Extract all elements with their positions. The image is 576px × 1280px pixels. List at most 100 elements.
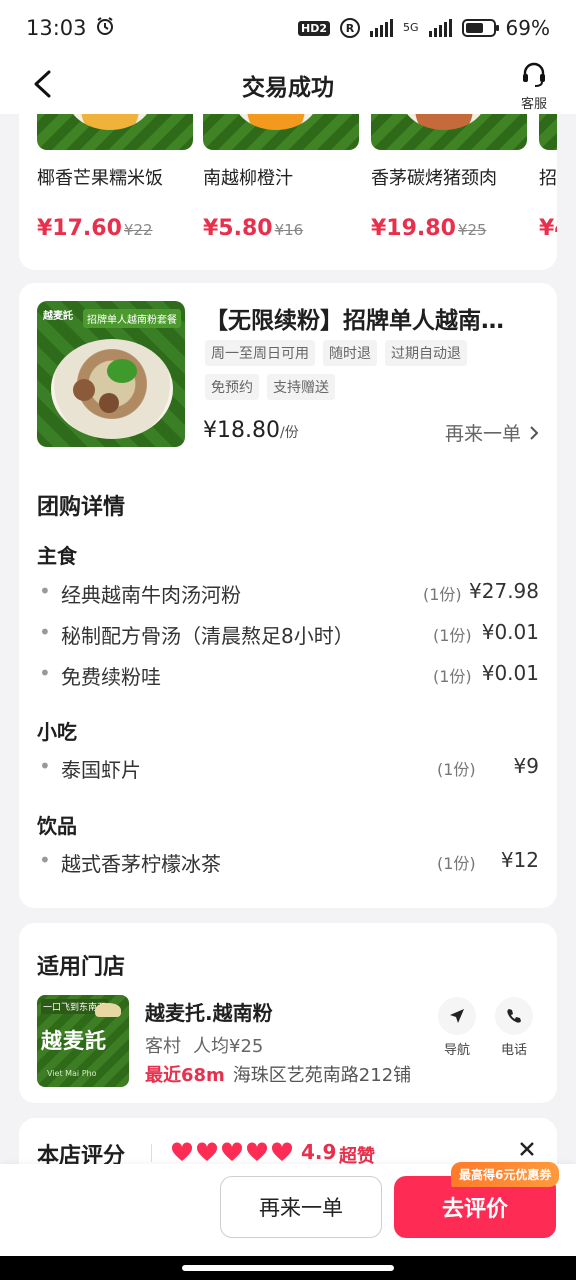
hd-badge: HD2 <box>298 20 331 36</box>
heart-icon <box>171 1142 193 1161</box>
rec-item-price: ¥17.60 <box>37 216 122 241</box>
customer-service-label: 客服 <box>520 97 547 112</box>
deal-image[interactable]: 越麦託 招牌单人越南粉套餐 <box>37 301 185 447</box>
battery-icon <box>461 19 499 37</box>
details-row: • 越式香茅柠檬冰茶 (1份) ¥12 <box>39 848 539 876</box>
home-indicator[interactable] <box>182 1265 394 1271</box>
deal-image-banner: 招牌单人越南粉套餐 <box>83 309 181 328</box>
rec-item-price-group: ¥17.60 ¥22 <box>37 216 153 241</box>
rec-item-price-group: ¥19.80 ¥25 <box>371 216 487 241</box>
details-row: • 免费续粉哇 (1份) ¥0.01 <box>39 661 539 689</box>
phone-icon <box>495 997 533 1035</box>
details-item-qty: (1份) <box>437 854 476 873</box>
rec-item-original-price: ¥25 <box>457 221 487 239</box>
deal-price-unit: /份 <box>279 425 299 441</box>
rec-item-price: ¥4 <box>539 216 557 241</box>
deal-title[interactable]: 【无限续粉】招牌单人越南… <box>205 301 539 335</box>
page-title: 交易成功 <box>242 75 334 101</box>
rec-item[interactable]: 招 <box>539 114 557 190</box>
store-card: 适用门店 一口飞到东南亚 越麦託 Viet Mai Pho 越麦托.越南粉 客村… <box>19 923 557 1103</box>
rating-score: 4.9 <box>301 1140 337 1164</box>
store-address-line: 最近68m 海珠区艺苑南路212铺 <box>145 1061 411 1087</box>
customer-service-button[interactable]: 客服 <box>516 60 552 112</box>
heart-icon <box>221 1142 243 1161</box>
headset-icon <box>523 62 545 87</box>
store-meta: 客村 人均¥25 <box>145 1032 263 1058</box>
store-avg-price: 人均¥25 <box>193 1036 264 1057</box>
navigate-label: 导航 <box>443 1043 470 1058</box>
page-content[interactable]: 椰香芒果糯米饭 ¥17.60 ¥22 南越柳橙汁 ¥5.80 ¥16 香茅碳烤猪颈肉… <box>0 114 576 1164</box>
rec-item-image <box>371 114 527 150</box>
rec-item[interactable]: 椰香芒果糯米饭 <box>37 114 193 190</box>
store-name[interactable]: 越麦托.越南粉 <box>145 997 273 1026</box>
store-logo-sub: Viet Mai Pho <box>47 1069 97 1078</box>
rec-item-name: 招 <box>539 168 557 189</box>
status-bar: 13:03 HD2 R 5G 69% <box>0 0 576 56</box>
details-item-price: ¥0.01 <box>481 620 539 644</box>
phone-button[interactable]: 电话 <box>494 997 534 1058</box>
details-item-name: 经典越南牛肉汤河粉 <box>61 583 241 607</box>
reorder-link-label: 再来一单 <box>444 423 521 445</box>
details-item-price: ¥12 <box>500 848 539 872</box>
store-heading: 适用门店 <box>37 955 126 980</box>
details-item-price: ¥0.01 <box>481 661 539 685</box>
rating-text: 超赞 <box>339 1146 375 1164</box>
status-time: 13:03 <box>26 16 87 40</box>
deal-tag: 过期自动退 <box>385 340 467 366</box>
gesture-area <box>0 1256 576 1280</box>
deal-tag: 随时退 <box>323 340 377 366</box>
signal-icon <box>370 19 394 37</box>
bottom-action-bar: 再来一单 去评价 最高得6元优惠券 <box>0 1162 576 1256</box>
rec-item-image <box>203 114 359 150</box>
deal-tag: 免预约 <box>205 374 259 400</box>
details-item-qty: (1份) <box>423 585 462 604</box>
details-item-price: ¥27.98 <box>469 579 539 603</box>
store-logo-text: 越麦託 <box>41 1029 107 1053</box>
chevron-right-icon <box>530 425 539 440</box>
details-item-name: 免费续粉哇 <box>61 665 161 689</box>
rec-item-name: 香茅碳烤猪颈肉 <box>371 168 497 189</box>
details-item-qty: (1份) <box>433 626 472 645</box>
rec-item-price: ¥19.80 <box>371 216 456 241</box>
rec-item-image <box>37 114 193 150</box>
reorder-button[interactable]: 再来一单 <box>220 1176 382 1238</box>
close-icon <box>520 1142 534 1156</box>
rec-item[interactable]: 南越柳橙汁 <box>203 114 359 190</box>
details-item-price: ¥9 <box>513 754 539 778</box>
deal-price: ¥18.80 <box>203 418 280 443</box>
navigate-button[interactable]: 导航 <box>437 997 477 1058</box>
details-item-qty: (1份) <box>433 667 472 686</box>
coupon-promo-badge: 最高得6元优惠券 <box>451 1162 560 1187</box>
status-time-group: 13:03 <box>26 16 115 41</box>
deal-price-group: ¥18.80/份 <box>203 418 299 443</box>
heart-icon <box>271 1142 293 1161</box>
deal-card: 越麦託 招牌单人越南粉套餐 【无限续粉】招牌单人越南… 周一至周日可用 随时退 … <box>19 283 557 908</box>
details-row: • 秘制配方骨汤（清晨熬足8小时） (1份) ¥0.01 <box>39 620 539 648</box>
navigation-arrow-icon <box>438 997 476 1035</box>
nav-bar: 交易成功 客服 <box>0 56 576 114</box>
rec-item-price-group: ¥5.80 ¥16 <box>203 216 303 241</box>
details-row: • 泰国虾片 (1份) ¥9 <box>39 754 539 782</box>
rec-item[interactable]: 香茅碳烤猪颈肉 <box>371 114 527 190</box>
rec-item-name: 椰香芒果糯米饭 <box>37 168 163 189</box>
deal-image-brand: 越麦託 <box>43 311 73 322</box>
store-logo[interactable]: 一口飞到东南亚 越麦託 Viet Mai Pho <box>37 995 129 1087</box>
store-address: 海珠区艺苑南路212铺 <box>232 1065 412 1086</box>
details-group-title: 主食 <box>37 544 77 568</box>
details-group-title: 小吃 <box>37 720 77 744</box>
rec-item-name: 南越柳橙汁 <box>203 168 293 189</box>
rating-label: 本店评分 <box>37 1144 126 1164</box>
rating-hearts <box>171 1142 293 1162</box>
reorder-link[interactable]: 再来一单 <box>445 419 539 446</box>
alarm-icon <box>95 16 115 41</box>
rec-item-price-group: ¥4 <box>539 216 557 241</box>
phone-label: 电话 <box>500 1043 527 1058</box>
heart-icon <box>246 1142 268 1161</box>
registered-icon: R <box>340 18 361 38</box>
details-row: • 经典越南牛肉汤河粉 (1份) ¥27.98 <box>39 579 539 607</box>
close-rating-button[interactable] <box>519 1138 535 1163</box>
deal-tags: 周一至周日可用 随时退 过期自动退 免预约 支持赠送 <box>205 340 505 400</box>
details-item-name: 越式香茅柠檬冰茶 <box>61 852 221 876</box>
details-group-title: 饮品 <box>37 814 77 838</box>
rating-card: 本店评分 4.9 超赞 <box>19 1118 557 1164</box>
